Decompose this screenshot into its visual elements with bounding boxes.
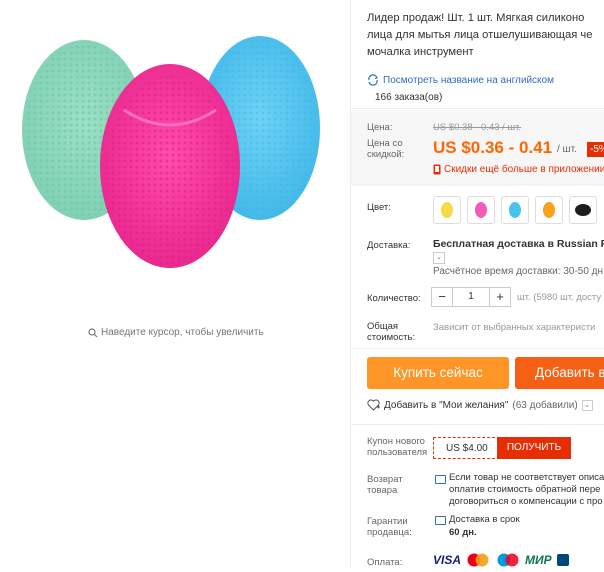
quantity-label: Количество: [367,293,421,304]
swatch-yellow[interactable] [433,196,461,224]
swatch-pink[interactable] [467,196,495,224]
wishlist-link[interactable]: Добавить в "Мои желания" (63 добавили) ⌄ [367,399,593,411]
quantity-input[interactable]: 1 [453,287,489,307]
divider [351,108,604,109]
payment-label: Оплата: [367,557,403,568]
translate-icon [368,74,378,86]
product-gallery: Наведите курсор, чтобы увеличить [0,0,350,567]
chevron-down-icon[interactable]: ⌄ [433,252,445,264]
zoom-hint: Наведите курсор, чтобы увеличить [88,327,264,338]
old-price: US $0.38 - 0.43 / шт. [433,122,522,133]
product-details-panel: Лидер продаж! Шт. 1 шт. Мягкая силиконо … [350,0,604,568]
payment-methods: VISA МИР [433,553,570,567]
discount-badge: -5% [587,142,604,157]
stock-text: шт. (5980 шт. досту [517,291,602,303]
price-label: Цена: [367,122,393,133]
total-label: Общая стоимость: [367,321,416,343]
chevron-down-icon[interactable]: ⌄ [581,399,593,411]
visa-icon: VISA [433,553,462,567]
price-section: Цена: US $0.38 - 0.43 / шт. Цена со скид… [351,110,604,186]
shipping-method[interactable]: Бесплатная доставка в Russian Fede [433,238,604,250]
add-to-cart-button[interactable]: Добавить в [515,357,604,389]
heart-icon [367,399,380,411]
color-swatches [433,196,597,224]
mastercard-icon [465,553,491,567]
coupon-label: Купон нового пользователя [367,436,428,458]
maestro-icon [495,553,521,567]
magnifier-icon [88,327,98,337]
swatch-orange[interactable] [535,196,563,224]
paypal-icon [556,553,570,567]
divider [351,348,604,349]
return-icon [435,475,446,484]
truck-icon [435,516,446,525]
wishlist-text[interactable]: Добавить в "Мои желания" [384,400,508,411]
get-coupon-button[interactable]: ПОЛУЧИТЬ [497,437,571,459]
orders-count: 166 заказа(ов) [375,92,443,103]
wishlist-count: (63 добавили) [512,399,578,411]
return-label: Возврат товара [367,474,403,496]
mir-icon: МИР [525,553,552,567]
translate-title-link[interactable]: Посмотреть название на английском [367,74,554,86]
buy-now-button[interactable]: Купить сейчас [367,357,509,389]
discount-price-label: Цена со скидкой: [367,138,405,160]
total-value: Зависит от выбранных характеристи [433,322,596,333]
guarantee-delivery: Доставка в срок [449,514,520,525]
swatch-dot [475,202,487,218]
current-price: US $0.36 - 0.41 [433,138,553,157]
swatch-dot [509,202,521,218]
guarantee-label: Гарантии продавца: [367,516,412,538]
coupon-amount: US $4.00 [433,437,500,459]
color-label: Цвет: [367,202,391,213]
shipping-time: Расчётное время доставки: 30-50 дн. [433,266,604,277]
guarantee-days: 60 дн. [449,527,477,538]
swatch-dot [575,204,591,216]
product-title: Лидер продаж! Шт. 1 шт. Мягкая силиконо … [367,12,593,58]
shipping-label: Доставка: [367,240,411,251]
return-policy-text: Если товар не соответствует описа оплати… [449,472,604,507]
per-unit: / шт. [557,144,577,155]
zoom-hint-text: Наведите курсор, чтобы увеличить [101,327,264,338]
swatch-black[interactable] [569,196,597,224]
quantity-stepper: − 1 + шт. (5980 шт. досту [431,287,601,307]
swatch-blue[interactable] [501,196,529,224]
swatch-dot [543,202,555,218]
phone-icon [433,164,441,175]
increase-button[interactable]: + [489,287,511,307]
swatch-dot [441,202,453,218]
product-image[interactable] [14,20,334,270]
divider [351,424,604,425]
decrease-button[interactable]: − [431,287,453,307]
app-discount-link[interactable]: Скидки ещё больше в приложении [433,164,604,175]
